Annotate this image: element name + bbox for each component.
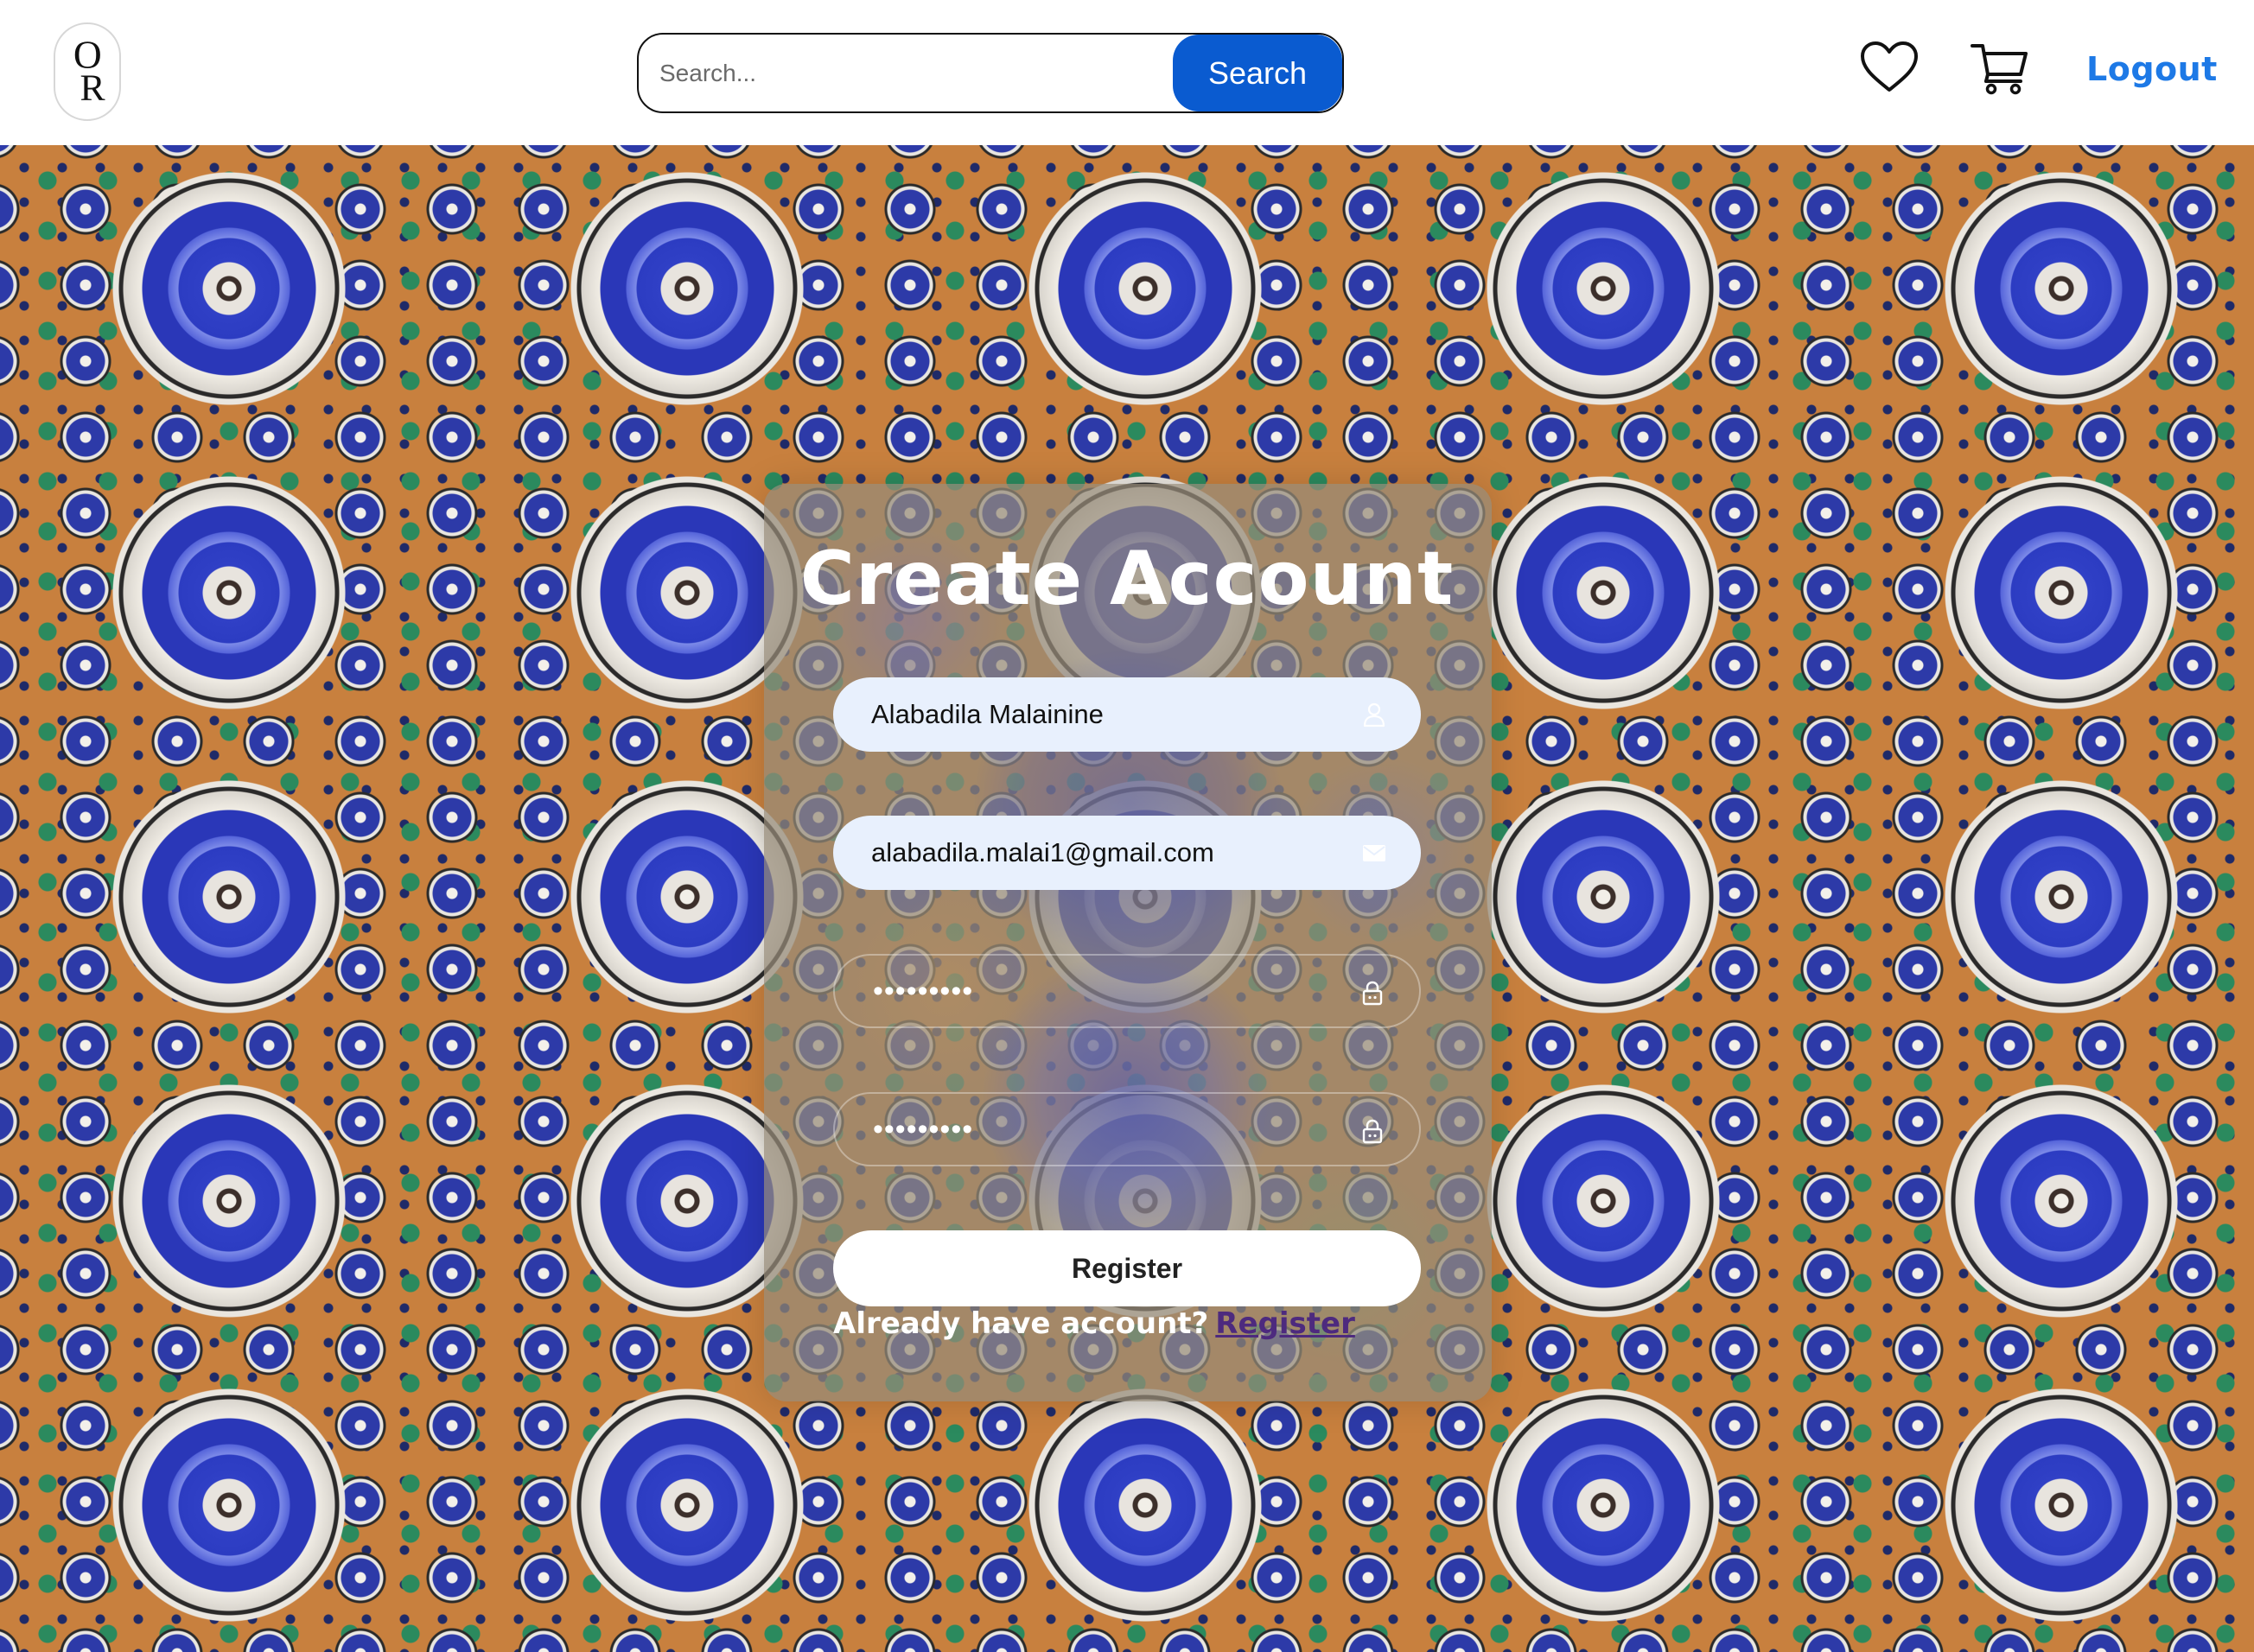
page-title-text: Create Account	[799, 536, 1455, 622]
user-icon	[1360, 701, 1388, 728]
password-field	[833, 954, 1421, 1028]
email-field	[833, 816, 1421, 890]
name-field	[833, 677, 1421, 752]
password-input[interactable]	[835, 956, 1419, 1026]
logo-monogram: O R	[73, 32, 106, 109]
login-prompt: Already have account? Register	[833, 1306, 1355, 1341]
svg-text:R: R	[80, 67, 105, 109]
lock-icon	[1359, 1117, 1386, 1145]
search-input[interactable]	[639, 35, 1175, 111]
heart-icon[interactable]	[1859, 40, 1920, 95]
page-title: Create Account	[0, 536, 2254, 622]
login-link[interactable]: Register	[1215, 1306, 1355, 1341]
brand-logo[interactable]: O R	[54, 22, 121, 121]
lock-icon	[1359, 979, 1386, 1007]
confirm-password-field	[833, 1092, 1421, 1166]
cart-icon[interactable]	[1971, 41, 2031, 95]
search-form: Search	[637, 33, 1344, 113]
login-prompt-text: Already have account?	[833, 1306, 1209, 1341]
confirm-password-input[interactable]	[835, 1094, 1419, 1165]
logout-link[interactable]: Logout	[2086, 50, 2218, 88]
mail-icon	[1360, 839, 1388, 867]
name-input[interactable]	[833, 677, 1421, 752]
site-header: O R Search Logout	[0, 0, 2254, 145]
search-button[interactable]: Search	[1173, 35, 1342, 111]
email-input[interactable]	[833, 816, 1421, 890]
register-button[interactable]: Register	[833, 1230, 1421, 1306]
